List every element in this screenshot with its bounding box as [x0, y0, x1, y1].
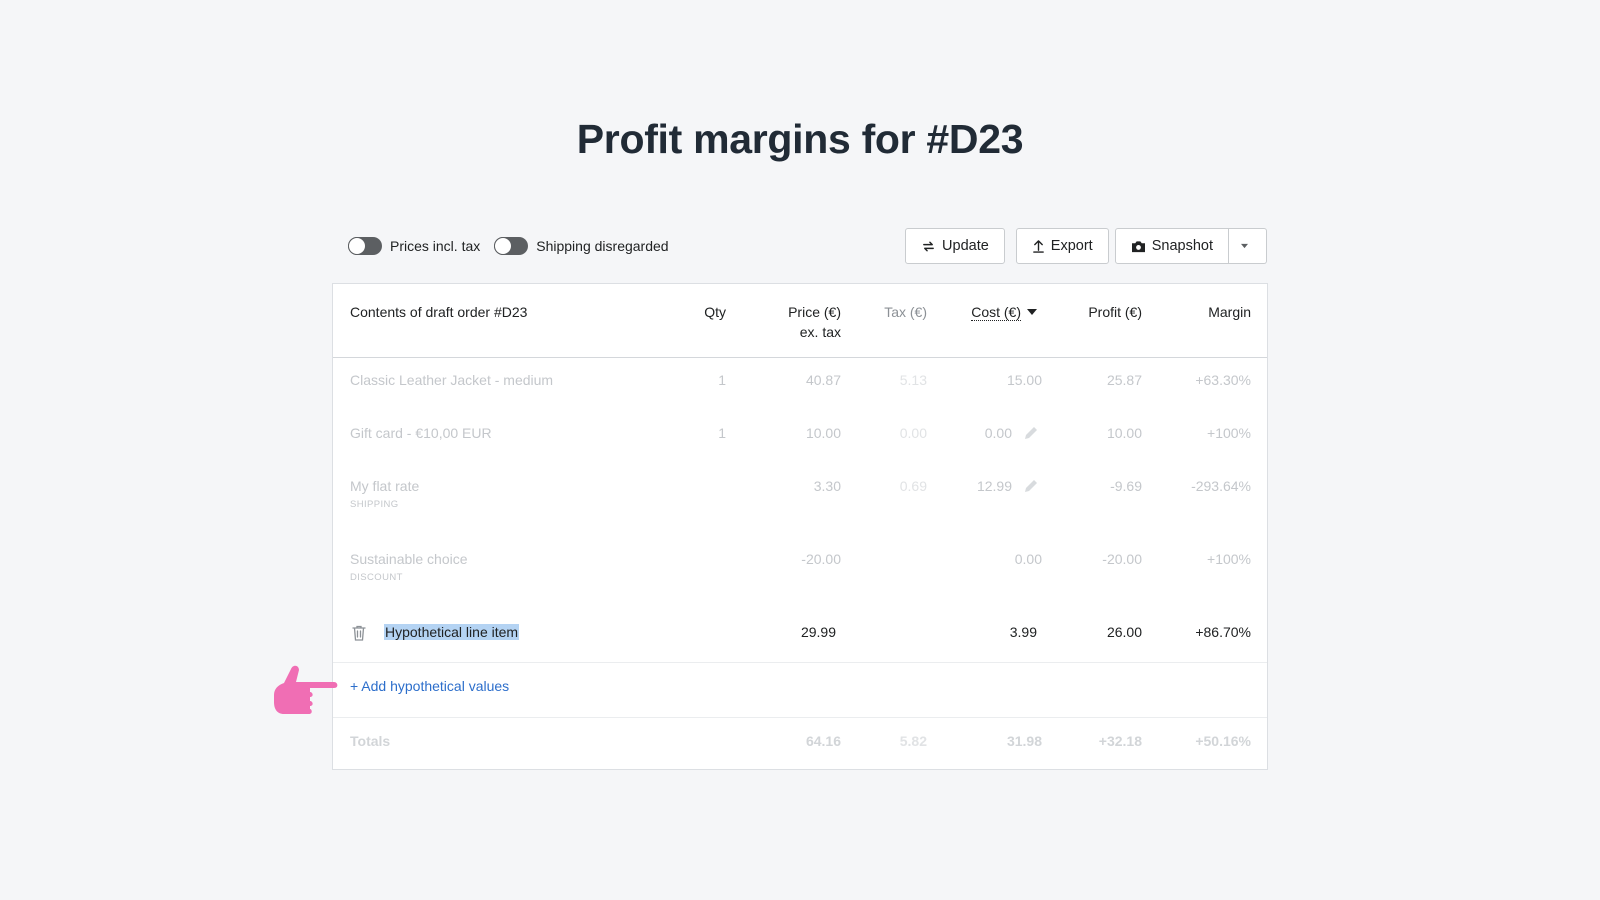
item-qty: 1 — [718, 372, 726, 388]
toggle-switch[interactable] — [494, 237, 529, 255]
header-cost-label: Cost (€) — [971, 304, 1021, 321]
item-price: 10.00 — [805, 425, 841, 441]
item-cost: 15.00 — [1006, 372, 1042, 388]
item-profit: 10.00 — [1106, 425, 1142, 441]
header-tax[interactable]: Tax (€) — [884, 302, 927, 322]
totals-tax: 5.82 — [899, 733, 927, 749]
header-price-sub: ex. tax — [799, 324, 841, 340]
table-header: Contents of draft order #D23 Qty Price (… — [333, 284, 1267, 358]
snapshot-label: Snapshot — [1151, 238, 1213, 254]
item-profit: 25.87 — [1106, 372, 1142, 388]
sort-desc-icon — [1027, 309, 1037, 315]
update-icon — [923, 241, 934, 251]
item-name: Classic Leather Jacket - medium — [350, 372, 554, 388]
item-tax: 0.00 — [899, 425, 927, 441]
item-margin: +100% — [1207, 551, 1251, 567]
header-price-label: Price (€) — [788, 304, 841, 320]
divider — [333, 662, 1267, 663]
export-icon — [1032, 239, 1044, 253]
update-button[interactable]: Update — [905, 228, 1005, 264]
camera-icon — [1131, 240, 1145, 252]
header-item: Contents of draft order #D23 — [350, 304, 528, 320]
item-tax: 5.13 — [899, 372, 927, 388]
header-price[interactable]: Price (€) ex. tax — [788, 302, 841, 342]
totals-label: Totals — [350, 733, 391, 749]
update-label: Update — [942, 238, 989, 254]
header-cost[interactable]: Cost (€) — [971, 302, 1037, 322]
item-name: My flat rate — [350, 478, 420, 494]
divider — [333, 717, 1267, 718]
snapshot-menu-button[interactable] — [1229, 228, 1267, 264]
page-title: Profit margins for #D23 — [576, 116, 1024, 162]
totals-margin: +50.16% — [1195, 733, 1251, 749]
item-cost[interactable]: 0.00 — [985, 425, 1012, 441]
item-margin: -293.64% — [1191, 478, 1251, 494]
snapshot-split-button: Snapshot — [1114, 228, 1267, 264]
add-hypothetical-values-link[interactable]: + Add hypothetical values — [350, 678, 509, 694]
toggle-label: Shipping disregarded — [536, 238, 669, 254]
table-row: Classic Leather Jacket - medium 1 40.87 … — [333, 372, 1267, 392]
table-row: Sustainable choice DISCOUNT -20.00 0.00 … — [333, 551, 1267, 587]
header-qty[interactable]: Qty — [704, 302, 726, 322]
hypothetical-price-input[interactable]: 29.99 — [801, 624, 836, 640]
trash-icon[interactable] — [352, 625, 366, 641]
item-name: Sustainable choice — [350, 551, 468, 567]
toggle-switch[interactable] — [348, 237, 382, 255]
toolbar: Prices incl. tax Shipping disregarded Up… — [348, 228, 1267, 266]
item-tax: 0.69 — [899, 478, 927, 494]
hypothetical-row: Hypothetical line item 29.99 3.99 26.00 … — [333, 624, 1267, 644]
totals-cost: 31.98 — [1006, 733, 1042, 749]
export-button[interactable]: Export — [1015, 228, 1109, 264]
hypothetical-margin: +86.70% — [1195, 624, 1251, 640]
table-row: Gift card - €10,00 EUR 1 10.00 0.00 0.00… — [333, 425, 1267, 445]
snapshot-button[interactable]: Snapshot — [1114, 228, 1229, 264]
item-name: Gift card - €10,00 EUR — [350, 425, 492, 441]
table-row: My flat rate SHIPPING 3.30 0.69 12.99 -9… — [333, 478, 1267, 514]
item-margin: +100% — [1207, 425, 1251, 441]
hypothetical-name: Hypothetical line item — [384, 624, 520, 640]
item-price: -20.00 — [801, 551, 841, 567]
pencil-icon[interactable] — [1023, 478, 1039, 494]
hypothetical-profit: 26.00 — [1106, 624, 1142, 640]
chevron-down-icon — [1241, 243, 1248, 249]
prices-incl-tax-toggle[interactable]: Prices incl. tax — [348, 237, 480, 255]
toggle-group: Prices incl. tax Shipping disregarded — [348, 237, 683, 255]
item-price: 3.30 — [813, 478, 841, 494]
item-cost: 0.00 — [1014, 551, 1042, 567]
item-tag: SHIPPING — [350, 499, 399, 510]
item-profit: -9.69 — [1110, 478, 1142, 494]
item-tag: DISCOUNT — [350, 572, 403, 583]
item-price: 40.87 — [805, 372, 841, 388]
item-margin: +63.30% — [1195, 372, 1251, 388]
totals-profit: +32.18 — [1098, 733, 1142, 749]
totals-row: Totals 64.16 5.82 31.98 +32.18 +50.16% — [333, 733, 1267, 753]
add-row: + Add hypothetical values — [333, 678, 1267, 698]
header-margin[interactable]: Margin — [1208, 302, 1251, 322]
pencil-icon[interactable] — [1023, 425, 1039, 441]
totals-price: 64.16 — [805, 733, 841, 749]
shipping-disregarded-toggle[interactable]: Shipping disregarded — [494, 237, 669, 255]
item-qty: 1 — [718, 425, 726, 441]
export-label: Export — [1050, 238, 1093, 254]
pointing-hand-icon — [274, 665, 338, 714]
toolbar-buttons: Update Export Snapshot — [894, 228, 1267, 264]
header-profit[interactable]: Profit (€) — [1088, 302, 1142, 322]
profit-table: Contents of draft order #D23 Qty Price (… — [332, 283, 1268, 770]
toggle-label: Prices incl. tax — [390, 238, 481, 254]
hypothetical-cost-input[interactable]: 3.99 — [1010, 624, 1037, 640]
hypothetical-name-input[interactable]: Hypothetical line item — [384, 624, 520, 640]
item-profit: -20.00 — [1102, 551, 1142, 567]
item-cost[interactable]: 12.99 — [977, 478, 1012, 494]
